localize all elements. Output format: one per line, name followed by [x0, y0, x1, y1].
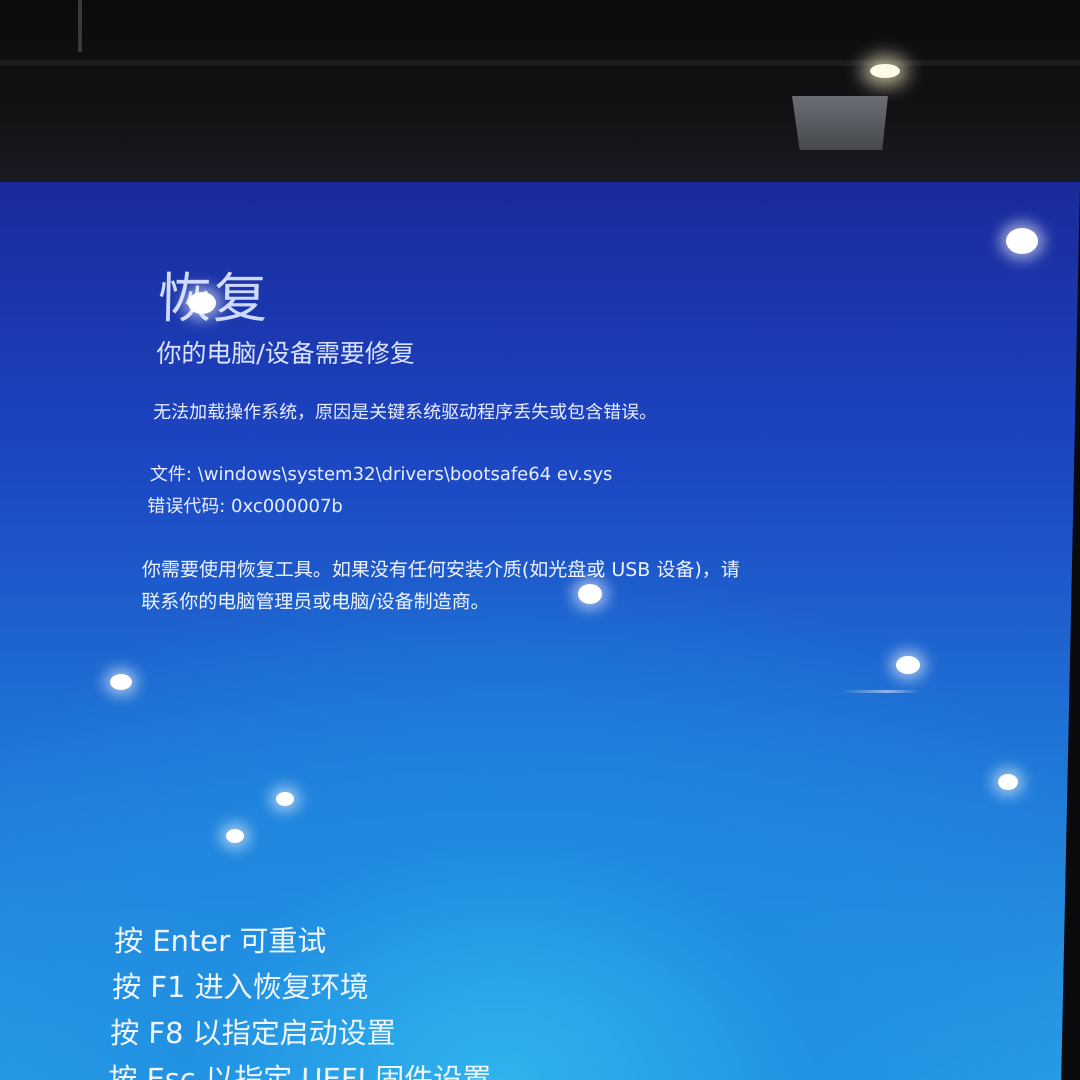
page-title: 恢复: [157, 254, 271, 333]
retry-option[interactable]: 按 Enter 可重试: [114, 918, 495, 964]
recovery-screen: 恢复 你的电脑/设备需要修复 无法加载操作系统，原因是关键系统驱动程序丢失或包含…: [0, 182, 1080, 1080]
light-reflection: [226, 829, 244, 843]
recovery-environment-option[interactable]: 按 F1 进入恢复环境: [112, 964, 494, 1010]
file-path: \windows\system32\drivers\bootsafe64 ev.…: [197, 464, 613, 485]
ceiling-cable: [78, 0, 82, 52]
light-reflection: [896, 656, 920, 674]
file-info: 文件: \windows\system32\drivers\bootsafe64…: [150, 460, 613, 486]
light-reflection: [578, 584, 602, 604]
error-code: 0xc000007b: [230, 496, 344, 517]
light-reflection: [188, 292, 216, 314]
light-reflection: [110, 674, 132, 690]
file-label: 文件:: [149, 464, 193, 485]
error-code-info: 错误代码: 0xc000007b: [147, 492, 343, 518]
ceiling-lamp: [870, 64, 900, 78]
light-reflection: [1006, 228, 1038, 254]
error-code-label: 错误代码:: [146, 496, 226, 517]
light-reflection: [276, 792, 294, 806]
startup-settings-option[interactable]: 按 F8 以指定启动设置: [110, 1010, 493, 1056]
page-subtitle: 你的电脑/设备需要修复: [156, 339, 416, 368]
ceiling-beam: [0, 60, 1080, 66]
error-message: 无法加载操作系统，原因是关键系统驱动程序丢失或包含错误。: [152, 402, 658, 423]
ceiling-projector: [792, 96, 888, 150]
help-text: 你需要使用恢复工具。如果没有任何安装介质(如光盘或 USB 设备)，请联系你的电…: [140, 559, 741, 613]
uefi-firmware-option[interactable]: 按 Esc 以指定 UEFI 固件设置: [108, 1056, 492, 1080]
room-ceiling: [0, 0, 1080, 190]
photo-of-recovery-screen: 恢复 你的电脑/设备需要修复 无法加载操作系统，原因是关键系统驱动程序丢失或包含…: [0, 0, 1080, 1080]
light-reflection: [998, 774, 1018, 790]
key-options: 按 Enter 可重试 按 F1 进入恢复环境 按 F8 以指定启动设置 按 E…: [108, 918, 495, 1080]
light-streak: [840, 690, 920, 693]
